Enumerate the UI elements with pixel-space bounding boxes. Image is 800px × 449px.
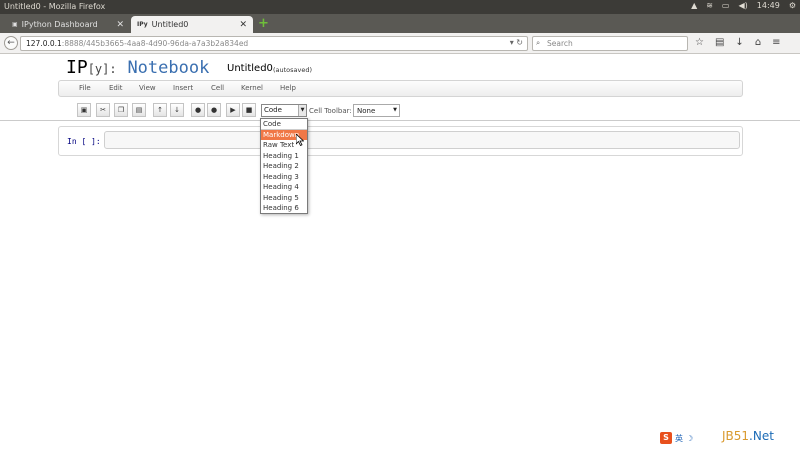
cell-type-value: Code	[264, 106, 282, 114]
tab-ipython-dashboard[interactable]: ▣ IPython Dashboard ✕	[6, 16, 130, 33]
close-icon[interactable]: ✕	[239, 20, 247, 30]
notebook-title[interactable]: Untitled0	[227, 63, 273, 74]
notebook-header: IP[y]: Notebook Untitled0 (autosaved) Fi…	[0, 55, 800, 121]
clock[interactable]: 14:49	[757, 1, 780, 10]
cell-toolbar-label: Cell Toolbar:	[309, 107, 352, 115]
bookmark-star-icon[interactable]: ☆	[695, 37, 704, 48]
power-icon[interactable]: ⚙	[789, 1, 796, 10]
cell-toolbar-value: None	[357, 107, 376, 115]
browser-nav-bar: ← 127.0.0.1:8888/445b3665-4aa8-4d90-96da…	[0, 33, 800, 54]
system-tray: ▲ ≋ ▭ ◀) 14:49 ⚙	[691, 1, 796, 10]
copy-icon[interactable]: ❐	[114, 103, 128, 117]
dropdown-option-heading-3[interactable]: Heading 3	[261, 172, 307, 183]
save-icon[interactable]: ▣	[77, 103, 91, 117]
nav-toolbar-icons: ☆ ▤ ↓ ⌂ ≡	[695, 37, 781, 48]
ime-lang[interactable]: 英	[675, 433, 683, 444]
ipython-favicon-icon: ▣	[12, 21, 18, 28]
reload-icon[interactable]: ▾ ↻	[510, 38, 523, 47]
wifi-icon[interactable]: ≋	[706, 1, 713, 10]
tab-label: Untitled0	[151, 20, 189, 29]
paste-icon[interactable]: ▤	[132, 103, 146, 117]
cell-type-dropdown: Code Markdown Raw Text Heading 1 Heading…	[260, 118, 308, 214]
search-icon: ⌕	[536, 38, 541, 47]
move-down-icon[interactable]: ↓	[170, 103, 184, 117]
ime-moon-icon[interactable]: ☽	[686, 434, 693, 443]
stop-icon[interactable]: ■	[242, 103, 256, 117]
close-icon[interactable]: ✕	[116, 20, 124, 30]
battery-icon[interactable]: ▭	[722, 1, 730, 10]
cell-type-select[interactable]: Code ▼	[261, 104, 307, 117]
browser-tab-bar: ▣ IPython Dashboard ✕ IPy Untitled0 ✕ +	[0, 14, 800, 33]
menu-view[interactable]: View	[139, 84, 156, 92]
dropdown-option-heading-6[interactable]: Heading 6	[261, 203, 307, 214]
home-icon[interactable]: ⌂	[755, 37, 761, 48]
notebook-area: In [ ]:	[0, 121, 800, 449]
menu-help[interactable]: Help	[280, 84, 296, 92]
code-cell[interactable]: In [ ]:	[63, 131, 740, 151]
run-play-icon[interactable]: ▶	[226, 103, 240, 117]
input-prompt: In [ ]:	[67, 137, 101, 146]
insert-below-icon[interactable]: ●	[207, 103, 221, 117]
mouse-cursor-icon	[296, 134, 304, 146]
menu-hamburger-icon[interactable]: ≡	[772, 37, 780, 48]
menu-file[interactable]: File	[79, 84, 91, 92]
dropdown-option-heading-1[interactable]: Heading 1	[261, 151, 307, 162]
logo-y: [y]:	[87, 62, 117, 76]
os-top-bar: Untitled0 - Mozilla Firefox ▲ ≋ ▭ ◀) 14:…	[0, 0, 800, 14]
reading-list-icon[interactable]: ▤	[715, 37, 724, 48]
chevron-down-icon: ▼	[298, 105, 306, 116]
move-up-icon[interactable]: ↑	[153, 103, 167, 117]
tab-untitled0[interactable]: IPy Untitled0 ✕	[131, 16, 253, 33]
watermark-suffix: .Net	[749, 429, 774, 443]
download-arrow-icon[interactable]: ↓	[735, 37, 743, 48]
logo-ip: IP	[66, 57, 88, 78]
search-placeholder: Search	[547, 39, 573, 48]
cell-toolbar-select[interactable]: None ▼	[353, 104, 400, 117]
cut-icon[interactable]: ✂	[96, 103, 110, 117]
menu-edit[interactable]: Edit	[109, 84, 123, 92]
menu-kernel[interactable]: Kernel	[241, 84, 263, 92]
autosave-status: (autosaved)	[273, 66, 313, 74]
window-title: Untitled0 - Mozilla Firefox	[4, 2, 106, 11]
url-input[interactable]: 127.0.0.1:8888/445b3665-4aa8-4d90-96da-a…	[20, 36, 528, 51]
menu-insert[interactable]: Insert	[173, 84, 193, 92]
ipython-favicon-icon: IPy	[137, 21, 148, 28]
watermark-prefix: JB51	[722, 429, 750, 443]
dropdown-option-heading-2[interactable]: Heading 2	[261, 161, 307, 172]
notebook-toolbar: ▣ ✂ ❐ ▤ ↑ ↓ ● ● ▶ ■ Code ▼ Cell Toolbar:…	[0, 101, 800, 119]
firefox-icon[interactable]: ▲	[691, 1, 697, 10]
volume-icon[interactable]: ◀)	[738, 1, 747, 10]
insert-above-icon[interactable]: ●	[191, 103, 205, 117]
menu-cell[interactable]: Cell	[211, 84, 224, 92]
logo-notebook: Notebook	[127, 58, 210, 78]
site-watermark: JB51.Net	[722, 429, 774, 443]
chevron-down-icon: ▼	[393, 107, 397, 113]
dropdown-option-heading-5[interactable]: Heading 5	[261, 193, 307, 204]
dropdown-option-code[interactable]: Code	[261, 119, 307, 130]
back-arrow-icon[interactable]: ←	[4, 36, 18, 50]
new-tab-plus-icon[interactable]: +	[258, 17, 269, 30]
ime-toolbar: S 英 ☽	[660, 432, 693, 444]
ime-badge-icon[interactable]: S	[660, 432, 672, 444]
notebook-menubar: File Edit View Insert Cell Kernel Help	[58, 80, 743, 97]
search-input[interactable]: ⌕ Search	[532, 36, 688, 51]
dropdown-option-heading-4[interactable]: Heading 4	[261, 182, 307, 193]
notebook-container: In [ ]:	[58, 126, 743, 156]
url-host: 127.0.0.1	[26, 39, 62, 48]
tab-label: IPython Dashboard	[21, 20, 98, 29]
ipython-logo[interactable]: IP[y]: Notebook	[66, 57, 209, 78]
url-path: :8888/445b3665-4aa8-4d90-96da-a7a3b2a834…	[61, 39, 249, 48]
cell-input-editor[interactable]	[104, 131, 740, 149]
